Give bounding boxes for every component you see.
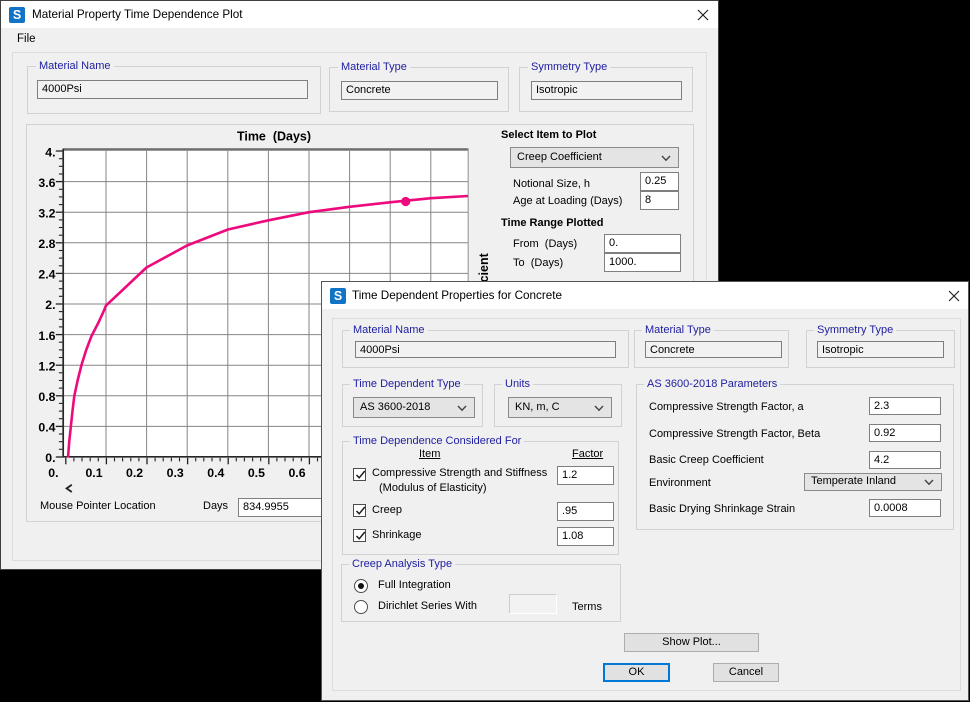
svg-text:0.8: 0.8 [38, 390, 55, 404]
svg-text:0.2: 0.2 [126, 466, 143, 480]
svg-text:0.3: 0.3 [167, 466, 184, 480]
svg-text:0.4: 0.4 [207, 466, 224, 480]
svg-text:3.6: 3.6 [38, 176, 55, 190]
svg-text:0.4: 0.4 [38, 421, 55, 435]
svg-text:Time (Days): Time (Days) [237, 130, 311, 144]
svg-text:4.: 4. [45, 145, 55, 159]
svg-text:2.4: 2.4 [38, 268, 55, 282]
svg-text:1.2: 1.2 [38, 359, 55, 373]
svg-text:0.6: 0.6 [288, 466, 305, 480]
svg-text:0.: 0. [45, 451, 55, 465]
svg-text:0.5: 0.5 [248, 466, 265, 480]
svg-text:2.: 2. [45, 298, 55, 312]
svg-text:0.: 0. [48, 466, 58, 480]
svg-text:3.2: 3.2 [38, 207, 55, 221]
svg-text:0.1: 0.1 [85, 466, 102, 480]
svg-text:1.6: 1.6 [38, 329, 55, 343]
svg-text:2.8: 2.8 [38, 237, 55, 251]
